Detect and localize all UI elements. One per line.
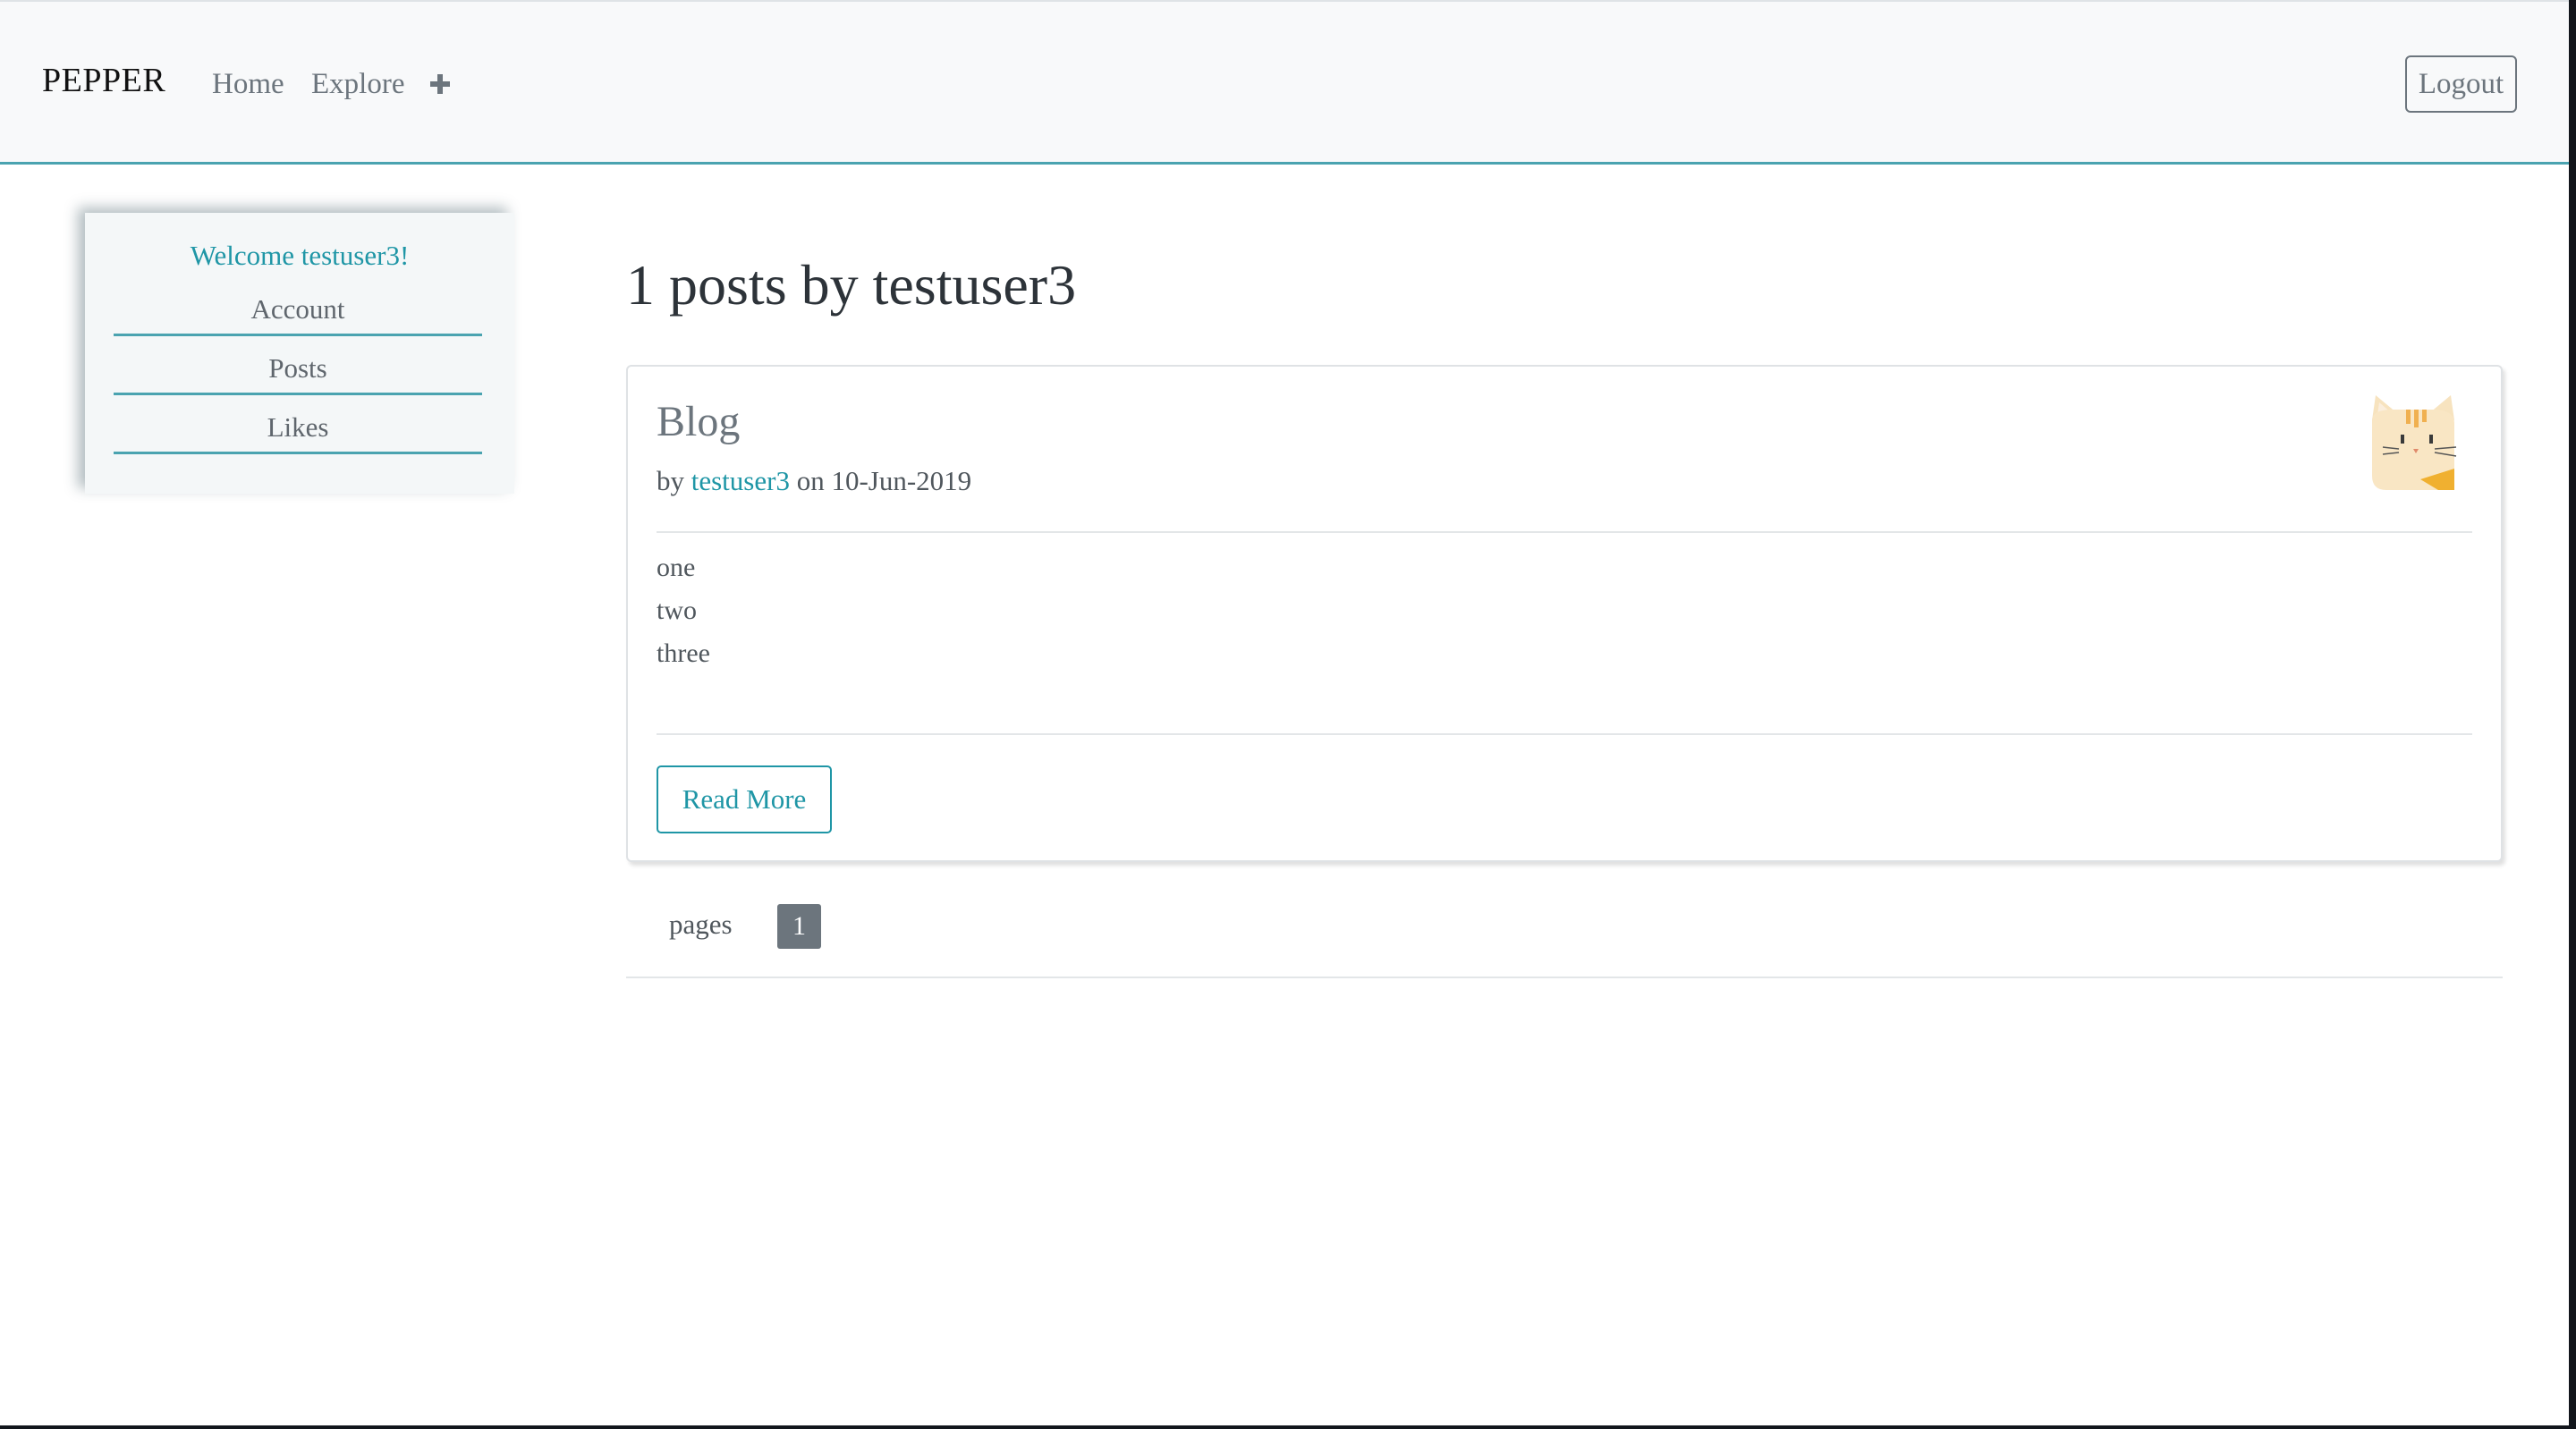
post-date-prefix: on bbox=[796, 465, 825, 496]
post-title[interactable]: Blog bbox=[657, 397, 740, 446]
pagination-divider bbox=[626, 977, 2503, 978]
plus-icon[interactable] bbox=[429, 73, 451, 95]
page-number-button[interactable]: 1 bbox=[777, 904, 821, 949]
page-title: 1 posts by testuser3 bbox=[626, 253, 1077, 317]
user-sidebar: Welcome testuser3! Account Posts Likes bbox=[85, 213, 514, 494]
cat-avatar-icon bbox=[2372, 395, 2457, 490]
top-navbar: PEPPER Home Explore Logout bbox=[0, 0, 2569, 165]
read-more-button[interactable]: Read More bbox=[657, 765, 832, 833]
post-meta: by testuser3 on 10-Jun-2019 bbox=[657, 465, 971, 497]
card-divider bbox=[657, 531, 2472, 533]
sidebar-item-likes[interactable]: Likes bbox=[114, 411, 482, 454]
post-by-prefix: by bbox=[657, 465, 684, 496]
post-card: Blog by testuser3 on 10-Jun-2019 one two… bbox=[626, 365, 2503, 862]
welcome-message: Welcome testuser3! bbox=[190, 240, 410, 271]
sidebar-item-account[interactable]: Account bbox=[114, 293, 482, 336]
card-divider bbox=[657, 733, 2472, 735]
pagination-label: pages bbox=[669, 909, 733, 940]
sidebar-item-posts[interactable]: Posts bbox=[114, 352, 482, 395]
nav-home-link[interactable]: Home bbox=[212, 68, 284, 101]
post-body-line: one bbox=[657, 553, 696, 582]
browser-window: PEPPER Home Explore Logout Welcome testu… bbox=[0, 0, 2569, 1425]
post-body-line: three bbox=[657, 638, 710, 668]
post-date: 10-Jun-2019 bbox=[831, 465, 972, 496]
brand-logo[interactable]: PEPPER bbox=[42, 61, 165, 100]
logout-button[interactable]: Logout bbox=[2405, 55, 2517, 113]
nav-explore-link[interactable]: Explore bbox=[311, 68, 404, 101]
post-body-line: two bbox=[657, 596, 697, 625]
post-author-link[interactable]: testuser3 bbox=[691, 465, 790, 496]
